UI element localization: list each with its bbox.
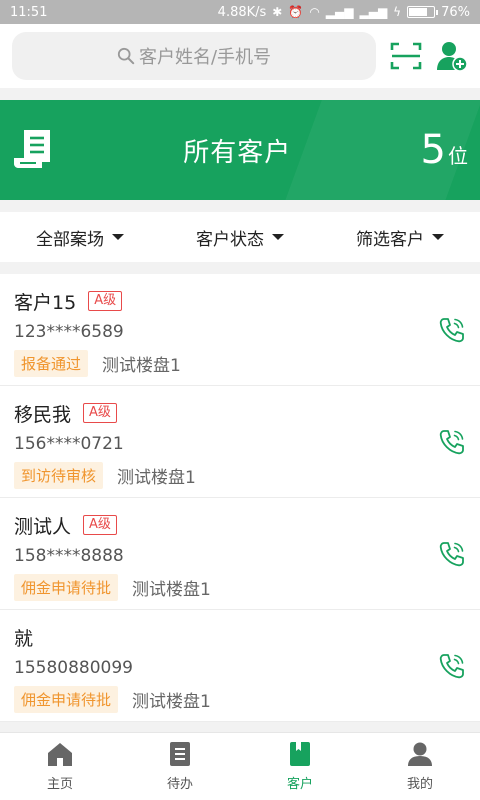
customer-book-icon [290, 742, 310, 766]
nav-home[interactable]: 主页 [0, 733, 120, 800]
caret-down-icon [112, 234, 124, 240]
network-speed: 4.88K/s [217, 4, 267, 20]
nav-label: 我的 [406, 777, 433, 792]
customer-list: 客户15 A级 123****6589 报备通过 测试楼盘1 移民我 A级 15… [0, 274, 480, 722]
bluetooth-icon: ✱ [272, 5, 283, 19]
customer-tag-row: 报备通过 测试楼盘1 [14, 350, 466, 377]
customer-name-row: 客户15 A级 [14, 288, 466, 314]
charging-icon: ϟ [393, 5, 402, 19]
home-icon [48, 743, 72, 766]
customer-name-row: 就 [14, 624, 466, 650]
customer-project: 测试楼盘1 [117, 468, 196, 488]
nav-todo[interactable]: 待办 [120, 733, 240, 800]
customer-name-row: 测试人 A级 [14, 512, 466, 538]
phone-call-icon[interactable] [438, 540, 466, 568]
bottom-nav: 主页 待办 客户 我的 [0, 732, 480, 800]
customer-tag-row: 到访待审核 测试楼盘1 [14, 462, 466, 489]
nav-label: 客户 [286, 777, 313, 792]
customer-name: 就 [14, 627, 34, 650]
customer-phone: 123****6589 [14, 322, 124, 342]
customer-list-item[interactable]: 就 15580880099 佣金申请待批 测试楼盘1 [0, 610, 480, 722]
search-input[interactable]: 客户姓名/手机号 [12, 32, 376, 80]
filter-label: 筛选客户 [356, 229, 424, 250]
search-header: 客户姓名/手机号 [0, 24, 480, 88]
phone-call-icon[interactable] [438, 652, 466, 680]
filter-label: 全部案场 [36, 229, 104, 250]
add-user-icon[interactable] [436, 40, 468, 72]
signal-icon-2: ▂▄▆ [359, 5, 388, 19]
wifi-icon: ◠ [309, 5, 320, 19]
filter-project-dropdown[interactable]: 全部案场 [0, 225, 160, 250]
customer-status-tag: 到访待审核 [14, 462, 104, 489]
todo-icon [170, 742, 190, 766]
grade-badge: A级 [83, 403, 117, 423]
customer-count-number: 5 [420, 127, 446, 173]
alarm-icon: ⏰ [288, 5, 304, 19]
customer-count: 5 位 [421, 127, 468, 173]
customer-name-row: 移民我 A级 [14, 400, 466, 426]
phone-call-icon[interactable] [438, 316, 466, 344]
search-placeholder: 客户姓名/手机号 [138, 47, 272, 68]
profile-icon [408, 742, 432, 766]
nav-customers[interactable]: 客户 [240, 733, 360, 800]
customer-list-item[interactable]: 移民我 A级 156****0721 到访待审核 测试楼盘1 [0, 386, 480, 498]
search-icon [117, 47, 135, 65]
battery-icon [407, 6, 439, 18]
customer-list-item[interactable]: 测试人 A级 158****8888 佣金申请待批 测试楼盘1 [0, 498, 480, 610]
customer-name: 客户15 [14, 291, 77, 314]
status-bar: 11:51 4.88K/s ✱ ⏰ ◠ ▂▄▆ ▂▄▆ ϟ 76% [0, 0, 480, 24]
customer-project: 测试楼盘1 [132, 580, 211, 600]
grade-badge: A级 [83, 515, 117, 535]
nav-profile[interactable]: 我的 [360, 733, 480, 800]
ledger-icon [14, 130, 50, 168]
banner-title: 所有客户 [183, 137, 292, 168]
customer-name: 移民我 [14, 403, 72, 426]
customer-tag-row: 佣金申请待批 测试楼盘1 [14, 686, 466, 713]
nav-label: 主页 [46, 777, 73, 792]
customer-status-tag: 佣金申请待批 [14, 574, 119, 601]
customer-name: 测试人 [14, 515, 72, 538]
status-time: 11:51 [10, 4, 48, 20]
all-customers-banner: 所有客户 5 位 [0, 100, 480, 200]
customer-status-tag: 报备通过 [14, 350, 89, 377]
phone-call-icon[interactable] [438, 428, 466, 456]
customer-phone: 15580880099 [14, 658, 133, 678]
customer-project: 测试楼盘1 [132, 692, 211, 712]
customer-count-unit: 位 [448, 144, 468, 168]
battery-percent: 76% [441, 4, 470, 20]
customer-project: 测试楼盘1 [102, 356, 181, 376]
status-indicators: 4.88K/s ✱ ⏰ ◠ ▂▄▆ ▂▄▆ ϟ 76% [218, 5, 470, 20]
customer-tag-row: 佣金申请待批 测试楼盘1 [14, 574, 466, 601]
customer-list-item[interactable]: 客户15 A级 123****6589 报备通过 测试楼盘1 [0, 274, 480, 386]
nav-label: 待办 [166, 777, 193, 792]
scan-icon[interactable] [390, 40, 422, 72]
signal-icon: ▂▄▆ [325, 5, 354, 19]
customer-status-tag: 佣金申请待批 [14, 686, 119, 713]
caret-down-icon [432, 234, 444, 240]
filter-bar: 全部案场 客户状态 筛选客户 [0, 212, 480, 262]
filter-label: 客户状态 [196, 229, 264, 250]
customer-phone: 158****8888 [14, 546, 124, 566]
caret-down-icon [272, 234, 284, 240]
grade-badge: A级 [88, 291, 123, 311]
customer-phone: 156****0721 [14, 434, 124, 454]
filter-status-dropdown[interactable]: 客户状态 [160, 225, 320, 250]
header-actions [390, 40, 468, 72]
filter-customer-dropdown[interactable]: 筛选客户 [320, 225, 480, 250]
